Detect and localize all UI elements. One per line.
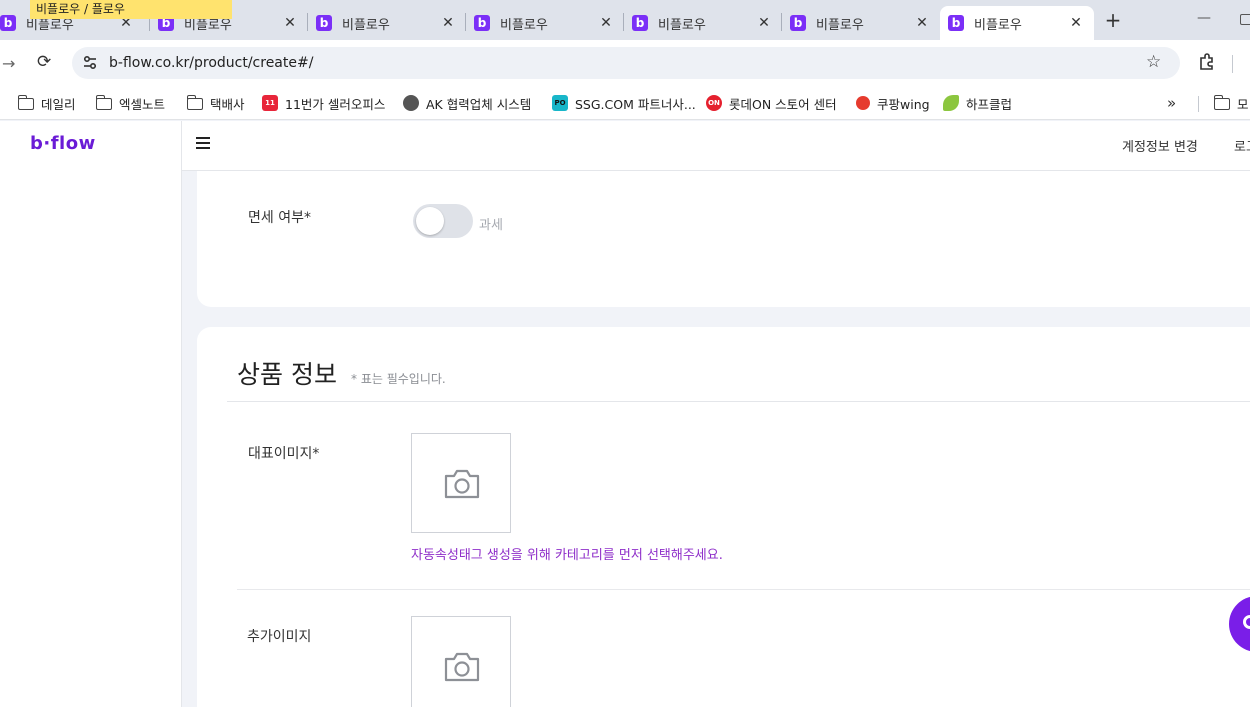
tax-exempt-toggle[interactable] bbox=[413, 204, 473, 238]
bookmarks-separator bbox=[1198, 96, 1199, 112]
ssg-po-icon: PO bbox=[552, 95, 568, 111]
close-icon[interactable]: ✕ bbox=[914, 15, 930, 31]
app-header: 계정정보 변경 로그아웃 bbox=[182, 121, 1250, 171]
main-image-upload[interactable] bbox=[411, 433, 511, 533]
tab-strip: 비플로우 / 플로우 b 비플로우 ✕ b 비플로우 ✕ b 비플로우 ✕ b … bbox=[0, 0, 1250, 40]
section-title: 상품 정보 bbox=[237, 360, 337, 389]
bookmark-label: AK 협력업체 시스템 bbox=[426, 96, 532, 112]
close-icon[interactable]: ✕ bbox=[282, 15, 298, 31]
coupang-icon bbox=[856, 96, 870, 110]
divider bbox=[227, 401, 1250, 402]
minimize-icon[interactable]: — bbox=[1196, 10, 1212, 30]
tab-title: 비플로우 bbox=[342, 17, 390, 33]
bookmark-label: 롯데ON 스토어 센터 bbox=[729, 96, 837, 112]
url-text[interactable]: b-flow.co.kr/product/create#/ bbox=[109, 55, 313, 71]
bookmarks-bar: 데일리 엑셀노트 택배사 11 11번가 셀러오피스 AK 협력업체 시스템 P… bbox=[0, 86, 1250, 120]
bookmark-label: 모 bbox=[1237, 96, 1249, 112]
required-note: * 표는 필수입니다. bbox=[351, 372, 446, 386]
close-icon[interactable]: ✕ bbox=[598, 15, 614, 31]
browser-tab-5[interactable]: b 비플로우 ✕ bbox=[624, 6, 782, 40]
bookmark-ak[interactable]: AK 협력업체 시스템 bbox=[403, 92, 531, 114]
extra-image-upload[interactable] bbox=[411, 616, 511, 707]
folder-icon bbox=[96, 95, 112, 110]
leaf-icon bbox=[943, 95, 959, 111]
tab-title: 비플로우 bbox=[974, 17, 1022, 33]
site-settings-icon[interactable] bbox=[82, 54, 98, 72]
bookmark-other-folder[interactable]: 모 bbox=[1214, 92, 1249, 114]
bookmark-11st[interactable]: 11 11번가 셀러오피스 bbox=[262, 92, 385, 114]
forward-arrow-icon[interactable]: → bbox=[2, 54, 15, 73]
tab-title: 비플로우 bbox=[658, 17, 706, 33]
chat-bubble-icon bbox=[1243, 615, 1250, 629]
tax-card: 면세 여부* 과세 bbox=[197, 171, 1250, 307]
product-info-card: 상품 정보 * 표는 필수입니다. 대표이미지* 자동속성태그 생성을 위해 카… bbox=[197, 327, 1250, 707]
hamburger-menu-icon[interactable] bbox=[196, 137, 210, 149]
camera-icon bbox=[444, 469, 480, 499]
bflow-favicon-icon: b bbox=[0, 15, 16, 31]
tab-tooltip: 비플로우 / 플로우 bbox=[30, 0, 232, 19]
maximize-icon[interactable] bbox=[1240, 14, 1250, 25]
bflow-favicon-icon: b bbox=[632, 15, 648, 31]
toggle-knob bbox=[416, 207, 444, 235]
reload-icon[interactable]: ⟳ bbox=[37, 52, 51, 72]
folder-icon bbox=[187, 95, 203, 110]
bookmark-daily[interactable]: 데일리 bbox=[18, 92, 76, 114]
divider bbox=[237, 589, 1250, 590]
11st-icon: 11 bbox=[262, 95, 278, 111]
browser-tab-4[interactable]: b 비플로우 ✕ bbox=[466, 6, 624, 40]
close-icon[interactable]: ✕ bbox=[756, 15, 772, 31]
bflow-favicon-icon: b bbox=[316, 15, 332, 31]
extensions-puzzle-icon[interactable] bbox=[1197, 52, 1217, 72]
bookmark-lotteon[interactable]: ON 롯데ON 스토어 센터 bbox=[706, 92, 837, 114]
toggle-state-text: 과세 bbox=[479, 218, 503, 233]
browser-tab-3[interactable]: b 비플로우 ✕ bbox=[308, 6, 466, 40]
bookmark-label: 11번가 셀러오피스 bbox=[285, 96, 386, 112]
folder-icon bbox=[1214, 95, 1230, 110]
bookmark-label: 엑셀노트 bbox=[119, 96, 166, 112]
bookmark-label: SSG.COM 파트너사... bbox=[575, 96, 696, 112]
camera-icon bbox=[444, 652, 480, 682]
browser-tab-6[interactable]: b 비플로우 ✕ bbox=[782, 6, 940, 40]
bflow-logo[interactable]: b·flow bbox=[30, 133, 96, 154]
bflow-favicon-icon: b bbox=[790, 15, 806, 31]
bookmark-ssg[interactable]: PO SSG.COM 파트너사... bbox=[552, 92, 696, 114]
bookmark-label: 쿠팡wing bbox=[877, 96, 930, 112]
browser-tab-active[interactable]: b 비플로우 ✕ bbox=[940, 6, 1094, 40]
bookmark-courier[interactable]: 택배사 bbox=[187, 92, 245, 114]
bookmark-star-icon[interactable]: ☆ bbox=[1146, 52, 1161, 72]
bookmark-label: 하프클럽 bbox=[966, 96, 1013, 112]
bookmark-excel-note[interactable]: 엑셀노트 bbox=[96, 92, 165, 114]
sidebar: b·flow bbox=[0, 121, 182, 707]
close-icon[interactable]: ✕ bbox=[1068, 15, 1084, 31]
new-tab-plus-icon[interactable]: + bbox=[1103, 10, 1123, 30]
bookmark-label: 택배사 bbox=[210, 96, 245, 112]
bookmark-halfclub[interactable]: 하프클럽 bbox=[943, 92, 1012, 114]
tax-exempt-label: 면세 여부* bbox=[248, 210, 311, 226]
bflow-favicon-icon: b bbox=[948, 15, 964, 31]
more-bookmarks-chevron-icon[interactable]: » bbox=[1167, 94, 1176, 112]
main-image-label: 대표이미지* bbox=[248, 446, 320, 462]
category-hint-text: 자동속성태그 생성을 위해 카테고리를 먼저 선택해주세요. bbox=[411, 548, 723, 563]
folder-icon bbox=[18, 95, 34, 110]
tab-title: 비플로우 bbox=[816, 17, 864, 33]
globe-icon bbox=[403, 95, 419, 111]
bflow-favicon-icon: b bbox=[474, 15, 490, 31]
logout-link[interactable]: 로그아웃 bbox=[1234, 136, 1250, 155]
account-settings-link[interactable]: 계정정보 변경 bbox=[1122, 136, 1198, 155]
extra-image-label: 추가이미지 bbox=[247, 629, 312, 645]
lotteon-icon: ON bbox=[706, 95, 722, 111]
browser-toolbar: → ⟳ b-flow.co.kr/product/create#/ ☆ bbox=[0, 40, 1250, 86]
close-icon[interactable]: ✕ bbox=[440, 15, 456, 31]
tab-title: 비플로우 bbox=[500, 17, 548, 33]
toolbar-separator bbox=[1232, 55, 1233, 73]
bookmark-coupang[interactable]: 쿠팡wing bbox=[856, 92, 930, 114]
bookmark-label: 데일리 bbox=[41, 96, 76, 112]
